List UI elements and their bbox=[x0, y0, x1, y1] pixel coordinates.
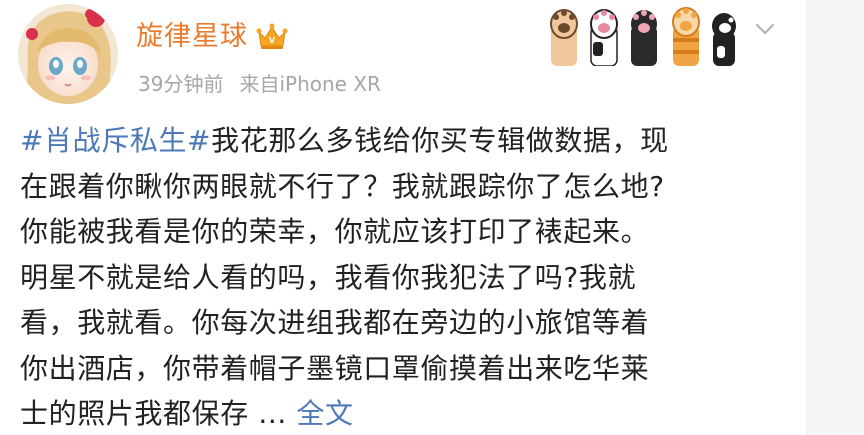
post-line: 你能被我看是你的荣幸，你就应该打印了裱起来。 bbox=[20, 215, 650, 248]
hashtag-link[interactable]: #肖战斥私生# bbox=[20, 124, 211, 157]
post-line-text: 我花那么多钱给你买专辑做数据，现 bbox=[211, 124, 669, 157]
cat-paw-icon bbox=[550, 9, 578, 66]
post-content: #肖战斥私生#我花那么多钱给你买专辑做数据，现 在跟着你瞅你两眼就不行了？我就跟… bbox=[20, 118, 780, 435]
post-line: #肖战斥私生#我花那么多钱给你买专辑做数据，现 bbox=[20, 118, 780, 164]
post-line: 你出酒店，你带着帽子墨镜口罩偷摸着出来吃华莱 bbox=[20, 351, 650, 385]
cat-paw-icon bbox=[712, 13, 736, 66]
username-row: 旋律星球 V bbox=[136, 14, 288, 60]
svg-text:V: V bbox=[269, 36, 276, 45]
post-line-text: 士的照片我都保存 bbox=[20, 397, 249, 430]
chevron-down-icon[interactable] bbox=[752, 16, 778, 42]
fulltext-link[interactable]: 全文 bbox=[296, 397, 353, 430]
cat-paw-icon bbox=[672, 7, 700, 66]
ellipsis: ... bbox=[248, 397, 287, 430]
avatar[interactable] bbox=[18, 4, 118, 104]
post-time: 39分钟前 bbox=[138, 72, 224, 96]
right-gutter bbox=[806, 0, 864, 435]
post-line: 明星不就是给人看的吗，我看你我犯法了吗?我就 bbox=[20, 260, 637, 294]
source-device[interactable]: iPhone XR bbox=[279, 66, 380, 102]
post-line: 在跟着你瞅你两眼就不行了？我就跟踪你了怎么地? bbox=[20, 169, 665, 203]
post-line: 士的照片我都保存 ... 全文 bbox=[20, 391, 780, 435]
source-prefix: 来自 bbox=[239, 72, 280, 96]
cat-paw-icon bbox=[631, 10, 657, 66]
post-line: 看，我就看。你每次进组我都在旁边的小旅馆等着 bbox=[20, 306, 650, 339]
weibo-post: 旋律星球 V 39分钟前 来自 iPhone XR #肖战斥私生#我花那么多钱给… bbox=[0, 0, 864, 435]
paw-decorations bbox=[545, 2, 745, 67]
cat-paw-icon bbox=[590, 9, 618, 67]
post-meta: 39分钟前 来自 iPhone XR bbox=[138, 66, 381, 102]
vip-crown-icon[interactable]: V bbox=[256, 22, 288, 52]
username[interactable]: 旋律星球 bbox=[136, 14, 248, 60]
